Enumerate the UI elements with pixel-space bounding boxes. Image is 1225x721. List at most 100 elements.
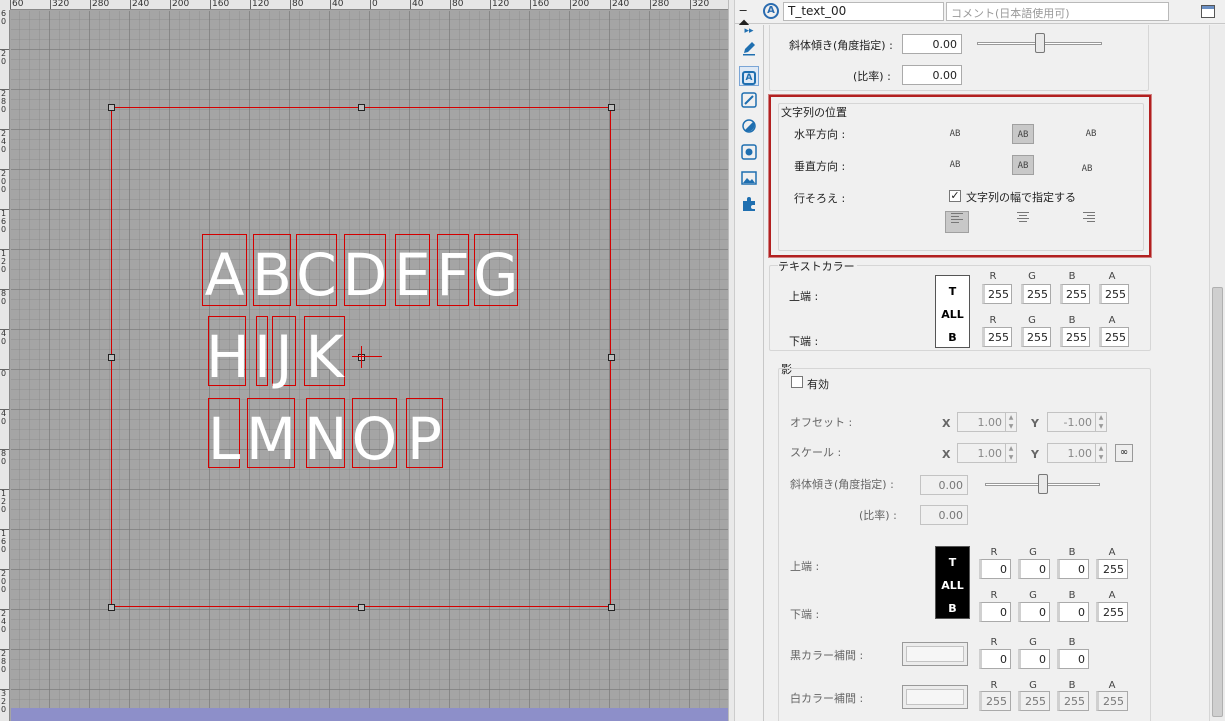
wi-g-header: G: [1029, 680, 1037, 691]
spin-arrows-icon[interactable]: ▲ ▼: [1095, 413, 1106, 431]
bi-b-input[interactable]: 0: [1057, 649, 1089, 669]
text-icon[interactable]: A: [739, 66, 759, 86]
glyph-character: C: [296, 241, 337, 309]
tc-top-r-input[interactable]: 255: [982, 284, 1012, 304]
wi-a-header: A: [1108, 680, 1116, 691]
sh-top-g-input[interactable]: 0: [1018, 559, 1050, 579]
spin-arrows-icon[interactable]: ▲ ▼: [1095, 444, 1106, 462]
line-align-center-button[interactable]: [1012, 211, 1034, 231]
wi-g-input[interactable]: 255: [1018, 691, 1050, 711]
ruler-label: 200: [572, 0, 590, 9]
resize-handle-bc[interactable]: [358, 604, 365, 611]
v-align-middle-button[interactable]: AB: [1012, 155, 1034, 175]
sh-bottom-a-input[interactable]: 255: [1096, 602, 1128, 622]
wi-b-input[interactable]: 255: [1057, 691, 1089, 711]
h-align-left-button[interactable]: AB: [944, 124, 966, 144]
resize-handle-ml[interactable]: [108, 354, 115, 361]
ruler-label: 2 4 0: [1, 129, 7, 154]
pencil-icon[interactable]: [739, 40, 759, 60]
ruler-tick: [10, 0, 11, 9]
properties-panel: 斜体傾き(角度指定) : 0.00 (比率) : 0.00 文字列の位置 水平方…: [765, 25, 1210, 721]
tc-top-b-input[interactable]: 255: [1060, 284, 1090, 304]
slant-ratio-input[interactable]: 0.00: [902, 65, 962, 85]
text-color-swatch[interactable]: T ALL B: [935, 275, 970, 348]
v-align-bottom-button[interactable]: AB: [1076, 159, 1098, 179]
brush-icon[interactable]: [739, 92, 759, 112]
line-align-right-button[interactable]: [1078, 211, 1100, 231]
slant-slider-thumb[interactable]: [1035, 33, 1045, 53]
panel-splitter[interactable]: [728, 0, 735, 721]
tc-bottom-a-header: A: [1108, 315, 1116, 326]
ruler-label: 0: [372, 0, 378, 9]
wi-a-input[interactable]: 255: [1096, 691, 1128, 711]
shadow-enabled-checkbox[interactable]: [791, 376, 803, 388]
shadow-scale-y-input[interactable]: 1.00 ▲ ▼: [1047, 443, 1107, 463]
shadow-color-swatch[interactable]: T ALL B: [935, 546, 970, 619]
ruler-label: 4 0: [1, 409, 7, 426]
shadow-ratio-input[interactable]: 0.00: [920, 505, 968, 525]
ruler-tick: [90, 0, 91, 9]
resize-handle-mr[interactable]: [608, 354, 615, 361]
tc-top-a-header: A: [1108, 271, 1116, 282]
line-align-left-button[interactable]: [945, 211, 969, 233]
color-picker-icon[interactable]: [739, 144, 759, 164]
tc-top-a-input[interactable]: 255: [1099, 284, 1129, 304]
image-icon[interactable]: [739, 170, 759, 190]
tc-bottom-a-input[interactable]: 255: [1099, 327, 1129, 347]
circle-half-icon[interactable]: [739, 118, 759, 138]
horizontal-label: 水平方向 :: [794, 128, 846, 141]
ruler-label: 200: [172, 0, 190, 9]
shadow-slant-slider-thumb[interactable]: [1038, 474, 1048, 494]
node-name-input[interactable]: T_text_00: [783, 2, 944, 21]
resize-handle-tl[interactable]: [108, 104, 115, 111]
shadow-offset-y-input[interactable]: -1.00 ▲ ▼: [1047, 412, 1107, 432]
tc-top-g-input[interactable]: 255: [1021, 284, 1051, 304]
sh-bottom-g-input[interactable]: 0: [1018, 602, 1050, 622]
ruler-label: 280: [652, 0, 670, 9]
black-interp-color-button[interactable]: [902, 642, 968, 666]
white-interp-color-button[interactable]: [902, 685, 968, 709]
sh-top-g-header: G: [1029, 547, 1037, 558]
shadow-scale-x-label: X: [942, 448, 951, 461]
h-align-right-button[interactable]: AB: [1080, 124, 1102, 144]
window-icon[interactable]: [1201, 5, 1215, 18]
sh-bottom-r-input[interactable]: 0: [979, 602, 1011, 622]
puzzle-icon[interactable]: [739, 196, 759, 216]
tc-bottom-b-input[interactable]: 255: [1060, 327, 1090, 347]
black-interp-label: 黒カラー補間 :: [790, 649, 864, 662]
slant-angle-input[interactable]: 0.00: [902, 34, 962, 54]
v-align-top-button[interactable]: AB: [944, 155, 966, 175]
bi-g-input[interactable]: 0: [1018, 649, 1050, 669]
resize-handle-tc[interactable]: [358, 104, 365, 111]
bi-r-input[interactable]: 0: [979, 649, 1011, 669]
panel-scrollbar[interactable]: [1209, 25, 1225, 721]
ruler-tick: [690, 0, 691, 9]
resize-handle-tr[interactable]: [608, 104, 615, 111]
sh-bottom-b-input[interactable]: 0: [1057, 602, 1089, 622]
link-icon[interactable]: ∞: [1115, 444, 1133, 462]
tc-bottom-r-input[interactable]: 255: [982, 327, 1012, 347]
shadow-top-label: 上端 :: [790, 560, 820, 573]
resize-handle-bl[interactable]: [108, 604, 115, 611]
shadow-offset-x-input[interactable]: 1.00 ▲ ▼: [957, 412, 1017, 432]
tc-top-g-header: G: [1028, 271, 1036, 282]
wi-b-header: B: [1068, 680, 1076, 691]
h-align-center-button[interactable]: AB: [1012, 124, 1034, 144]
sh-top-b-input[interactable]: 0: [1057, 559, 1089, 579]
sh-top-r-input[interactable]: 0: [979, 559, 1011, 579]
tc-bottom-g-input[interactable]: 255: [1021, 327, 1051, 347]
sh-top-a-input[interactable]: 255: [1096, 559, 1128, 579]
shadow-slant-input[interactable]: 0.00: [920, 475, 968, 495]
width-checkbox-label: 文字列の幅で指定する: [966, 191, 1076, 204]
expand-arrows-icon[interactable]: ▸▸: [739, 25, 759, 37]
shadow-scale-x-input[interactable]: 1.00 ▲ ▼: [957, 443, 1017, 463]
resize-handle-br[interactable]: [608, 604, 615, 611]
comment-input[interactable]: コメント(日本語使用可): [946, 2, 1169, 21]
scrollbar-thumb[interactable]: [1212, 287, 1223, 717]
pin-icon[interactable]: ‒◆: [739, 4, 755, 32]
canvas-area[interactable]: 60 320 280 240 200 160 120 80 40 0 40 80 120 160 200 24…: [0, 0, 728, 721]
spin-arrows-icon[interactable]: ▲ ▼: [1005, 413, 1016, 431]
spin-arrows-icon[interactable]: ▲ ▼: [1005, 444, 1016, 462]
width-checkbox[interactable]: ✓: [949, 190, 961, 202]
wi-r-input[interactable]: 255: [979, 691, 1011, 711]
